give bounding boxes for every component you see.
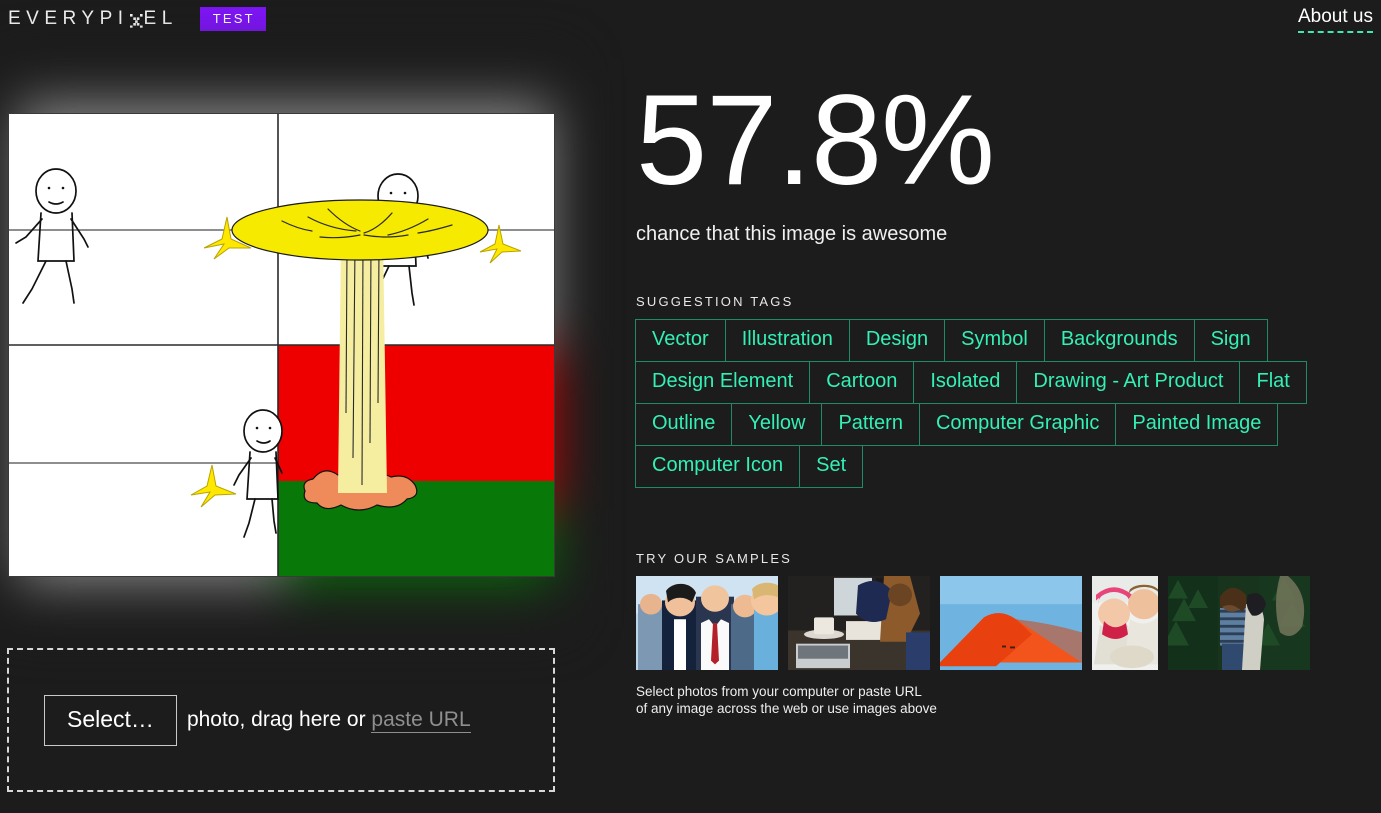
upload-dropzone[interactable]: Select… photo, drag here or paste URL <box>7 648 555 792</box>
suggestion-tag[interactable]: Illustration <box>724 319 850 362</box>
sample-business-team[interactable] <box>636 576 778 670</box>
suggestion-tag[interactable]: Pattern <box>821 403 920 446</box>
comic-image[interactable] <box>8 113 555 577</box>
sample-winter-couple[interactable] <box>1092 576 1158 670</box>
logo-text-left: EVERYPI <box>8 8 129 29</box>
suggestion-tag[interactable]: Isolated <box>913 361 1018 404</box>
suggestion-tags-list: Vector Illustration Design Symbol Background… <box>635 319 1328 488</box>
suggestion-tag[interactable]: Set <box>799 445 864 488</box>
suggestion-tag[interactable]: Painted Image <box>1115 403 1279 446</box>
sample-office-meeting[interactable] <box>788 576 930 670</box>
pixel-x-icon <box>129 11 144 28</box>
dropzone-instruction-text: photo, drag here or <box>186 708 366 731</box>
suggestion-tag[interactable]: Drawing - Art Product <box>1016 361 1241 404</box>
select-photo-button[interactable]: Select… <box>44 694 177 746</box>
suggestion-tags-label: SUGGESTION TAGS <box>636 294 794 309</box>
dropzone-instruction: photo, drag here or paste URL <box>186 708 471 733</box>
sample-desert-dune[interactable] <box>940 576 1082 670</box>
sample-forest-couple[interactable] <box>1168 576 1310 670</box>
suggestion-tag[interactable]: Symbol <box>944 319 1045 362</box>
suggestion-tag[interactable]: Design Element <box>635 361 811 404</box>
suggestion-tag[interactable]: Computer Graphic <box>918 403 1117 446</box>
suggestion-tag[interactable]: Design <box>848 319 946 362</box>
suggestion-tag[interactable]: Computer Icon <box>635 445 801 488</box>
sample-thumbnails <box>636 576 1336 670</box>
samples-note: Select photos from your computer or past… <box>636 683 1336 718</box>
suggestion-tag[interactable]: Yellow <box>731 403 823 446</box>
suggestion-tag[interactable]: Flat <box>1239 361 1307 404</box>
dropzone-content: Select… photo, drag here or paste URL <box>9 694 471 746</box>
suggestion-tag[interactable]: Cartoon <box>809 361 915 404</box>
image-viewer <box>0 55 570 635</box>
samples-note-line2: of any image across the web or use image… <box>636 701 937 717</box>
try-our-samples-label: TRY OUR SAMPLES <box>636 551 793 566</box>
suggestion-tag[interactable]: Outline <box>635 403 733 446</box>
awesome-score: 57.8% <box>636 69 995 212</box>
paste-url-link[interactable]: paste URL <box>371 708 471 733</box>
results-panel: 57.8% chance that this image is awesome … <box>635 55 1336 718</box>
page-root: EVERYPI EL TEST About us Select… photo, … <box>0 0 1381 813</box>
samples-note-line1: Select photos from your computer or past… <box>636 684 922 699</box>
logo[interactable]: EVERYPI EL TEST <box>8 7 266 31</box>
awesome-score-caption: chance that this image is awesome <box>636 223 948 245</box>
suggestion-tag[interactable]: Backgrounds <box>1043 319 1195 362</box>
test-badge: TEST <box>199 7 266 31</box>
about-us-link[interactable]: About us <box>1298 6 1373 33</box>
suggestion-tag[interactable]: Sign <box>1193 319 1268 362</box>
site-header: EVERYPI EL TEST About us <box>0 0 1381 40</box>
suggestion-tag[interactable]: Vector <box>635 319 726 362</box>
logo-text-right: EL <box>143 8 178 29</box>
